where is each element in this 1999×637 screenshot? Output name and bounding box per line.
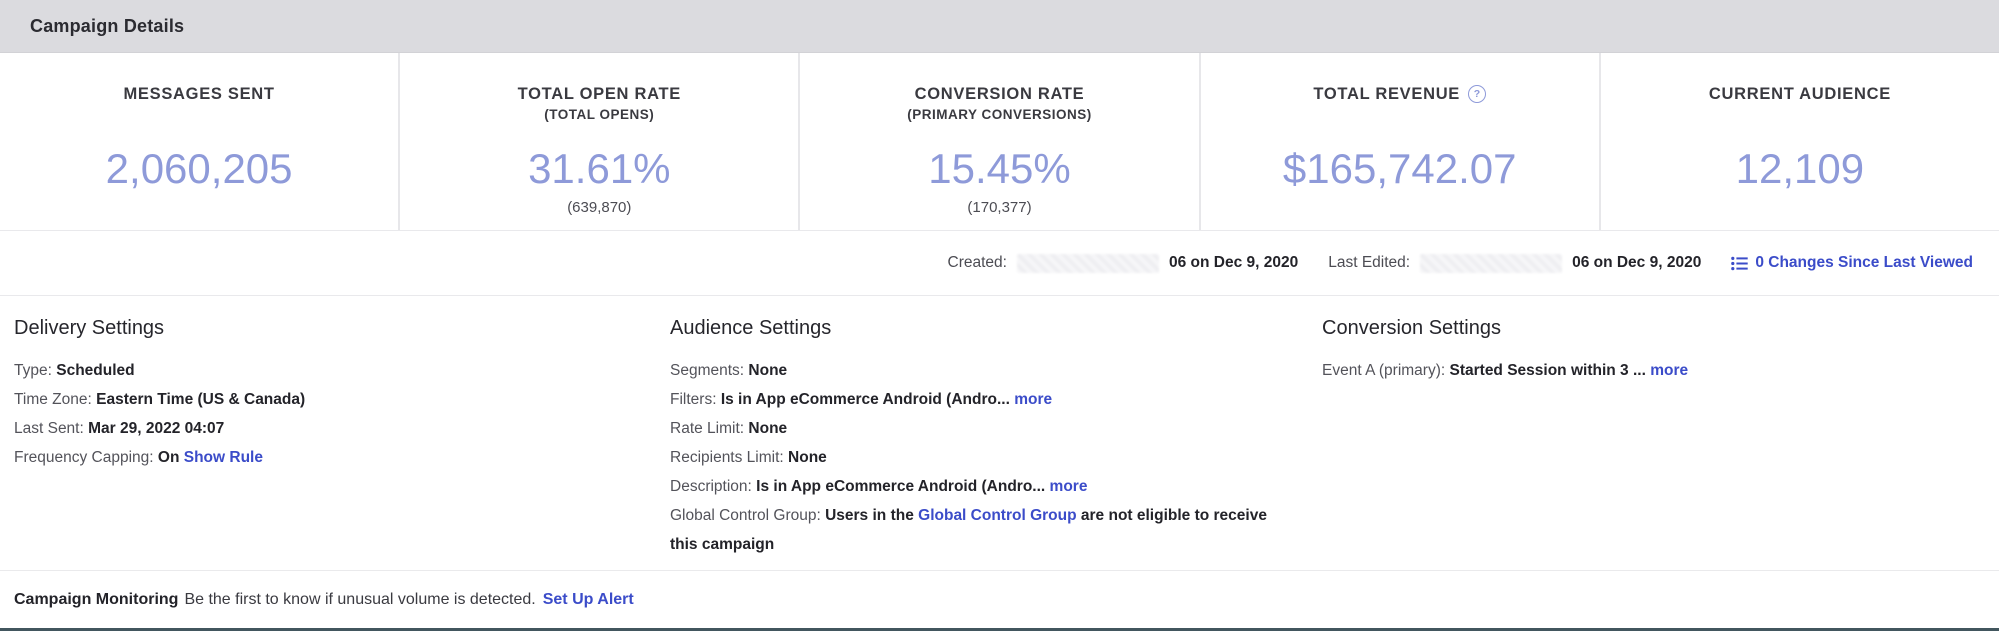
setting-value: Is in App eCommerce Android (Andro... xyxy=(721,391,1010,408)
stat-messages-sent: MESSAGES SENT 2,060,205 xyxy=(0,53,398,230)
list-icon xyxy=(1731,256,1748,271)
setting-value: None xyxy=(748,420,787,437)
setting-value: Is in App eCommerce Android (Andro... xyxy=(756,478,1045,495)
event-a-more-link[interactable]: more xyxy=(1650,362,1688,379)
settings-area: Delivery Settings Type: Scheduled Time Z… xyxy=(0,296,1999,570)
redacted-created-by xyxy=(1017,254,1159,273)
setting-row-time-zone: Time Zone: Eastern Time (US & Canada) xyxy=(14,385,634,414)
filters-more-link[interactable]: more xyxy=(1014,391,1052,408)
panel-header: Campaign Details xyxy=(0,0,1999,53)
setting-value: Scheduled xyxy=(56,362,134,379)
created-label: Created: xyxy=(948,254,1007,272)
stat-value: 31.61% xyxy=(400,145,798,193)
stat-value: 15.45% xyxy=(800,145,1198,193)
setting-row-segments: Segments: None xyxy=(670,356,1285,385)
setting-value: None xyxy=(748,362,787,379)
global-control-group-link[interactable]: Global Control Group xyxy=(918,507,1076,524)
setting-row-rate-limit: Rate Limit: None xyxy=(670,414,1285,443)
setting-row-filters: Filters: Is in App eCommerce Android (An… xyxy=(670,385,1285,414)
stats-row: MESSAGES SENT 2,060,205 TOTAL OPEN RATE … xyxy=(0,53,1999,231)
campaign-details-panel: Campaign Details MESSAGES SENT 2,060,205… xyxy=(0,0,1999,637)
setting-value: Mar 29, 2022 04:07 xyxy=(88,420,224,437)
stat-value: 2,060,205 xyxy=(0,145,398,193)
created-value: 06 on Dec 9, 2020 xyxy=(1169,254,1298,272)
setting-label: Recipients Limit: xyxy=(670,449,784,466)
setting-value: On xyxy=(158,449,180,466)
stat-value: 12,109 xyxy=(1601,145,1999,193)
stat-label: TOTAL OPEN RATE xyxy=(400,85,798,104)
setting-row-recipients-limit: Recipients Limit: None xyxy=(670,443,1285,472)
setting-row-last-sent: Last Sent: Mar 29, 2022 04:07 xyxy=(14,414,634,443)
setting-label: Global Control Group: xyxy=(670,507,821,524)
setting-value: Eastern Time (US & Canada) xyxy=(96,391,305,408)
campaign-monitoring-text: Be the first to know if unusual volume i… xyxy=(184,591,535,609)
setting-row-description: Description: Is in App eCommerce Android… xyxy=(670,472,1285,501)
bottom-divider xyxy=(0,628,1999,631)
setting-label: Frequency Capping: xyxy=(14,449,154,466)
setting-label: Rate Limit: xyxy=(670,420,744,437)
setting-label: Filters: xyxy=(670,391,717,408)
stat-subvalue: (639,870) xyxy=(400,199,798,216)
help-icon[interactable]: ? xyxy=(1468,85,1486,103)
stat-sublabel: (TOTAL OPENS) xyxy=(400,107,798,122)
changes-since-last-viewed-link[interactable]: 0 Changes Since Last Viewed xyxy=(1731,254,1973,272)
stat-label-text: TOTAL REVENUE xyxy=(1313,85,1460,103)
stat-sublabel: (PRIMARY CONVERSIONS) xyxy=(800,107,1198,122)
last-edited-label: Last Edited: xyxy=(1328,254,1410,272)
changes-link-label: 0 Changes Since Last Viewed xyxy=(1755,254,1973,272)
description-more-link[interactable]: more xyxy=(1050,478,1088,495)
setting-row-global-control-group: Global Control Group: Users in the Globa… xyxy=(670,501,1285,559)
show-rule-link[interactable]: Show Rule xyxy=(184,449,263,466)
stat-label: CONVERSION RATE xyxy=(800,85,1198,104)
redacted-edited-by xyxy=(1420,254,1562,273)
section-title: Delivery Settings xyxy=(14,317,634,340)
setting-label: Type: xyxy=(14,362,52,379)
setting-value-prefix: Users in the xyxy=(825,507,914,524)
setting-row-type: Type: Scheduled xyxy=(14,356,634,385)
setting-value: None xyxy=(788,449,827,466)
setting-label: Last Sent: xyxy=(14,420,84,437)
campaign-monitoring-title: Campaign Monitoring xyxy=(14,591,178,609)
set-up-alert-link[interactable]: Set Up Alert xyxy=(543,591,634,609)
stat-label: MESSAGES SENT xyxy=(0,85,398,104)
stat-total-open-rate: TOTAL OPEN RATE (TOTAL OPENS) 31.61% (63… xyxy=(398,53,798,230)
conversion-settings-section: Conversion Settings Event A (primary): S… xyxy=(1322,317,1972,385)
stat-subvalue: (170,377) xyxy=(800,199,1198,216)
stat-label: TOTAL REVENUE? xyxy=(1201,85,1599,104)
campaign-monitoring-row: Campaign Monitoring Be the first to know… xyxy=(0,570,1999,628)
stat-value: $165,742.07 xyxy=(1201,145,1599,193)
setting-label: Segments: xyxy=(670,362,744,379)
section-title: Conversion Settings xyxy=(1322,317,1972,340)
stat-current-audience: CURRENT AUDIENCE 12,109 xyxy=(1599,53,1999,230)
setting-value: Started Session within 3 ... xyxy=(1450,362,1646,379)
setting-label: Event A (primary): xyxy=(1322,362,1445,379)
meta-row: Created: 06 on Dec 9, 2020 Last Edited: … xyxy=(0,231,1999,296)
stat-conversion-rate: CONVERSION RATE (PRIMARY CONVERSIONS) 15… xyxy=(798,53,1198,230)
setting-row-frequency-capping: Frequency Capping: On Show Rule xyxy=(14,443,634,472)
stat-total-revenue: TOTAL REVENUE? $165,742.07 xyxy=(1199,53,1599,230)
setting-row-event-a: Event A (primary): Started Session withi… xyxy=(1322,356,1972,385)
section-title: Audience Settings xyxy=(670,317,1285,340)
last-edited-value: 06 on Dec 9, 2020 xyxy=(1572,254,1701,272)
page-title: Campaign Details xyxy=(30,16,184,37)
audience-settings-section: Audience Settings Segments: None Filters… xyxy=(670,317,1285,559)
setting-label: Description: xyxy=(670,478,752,495)
delivery-settings-section: Delivery Settings Type: Scheduled Time Z… xyxy=(14,317,634,472)
stat-label: CURRENT AUDIENCE xyxy=(1601,85,1999,104)
setting-label: Time Zone: xyxy=(14,391,92,408)
